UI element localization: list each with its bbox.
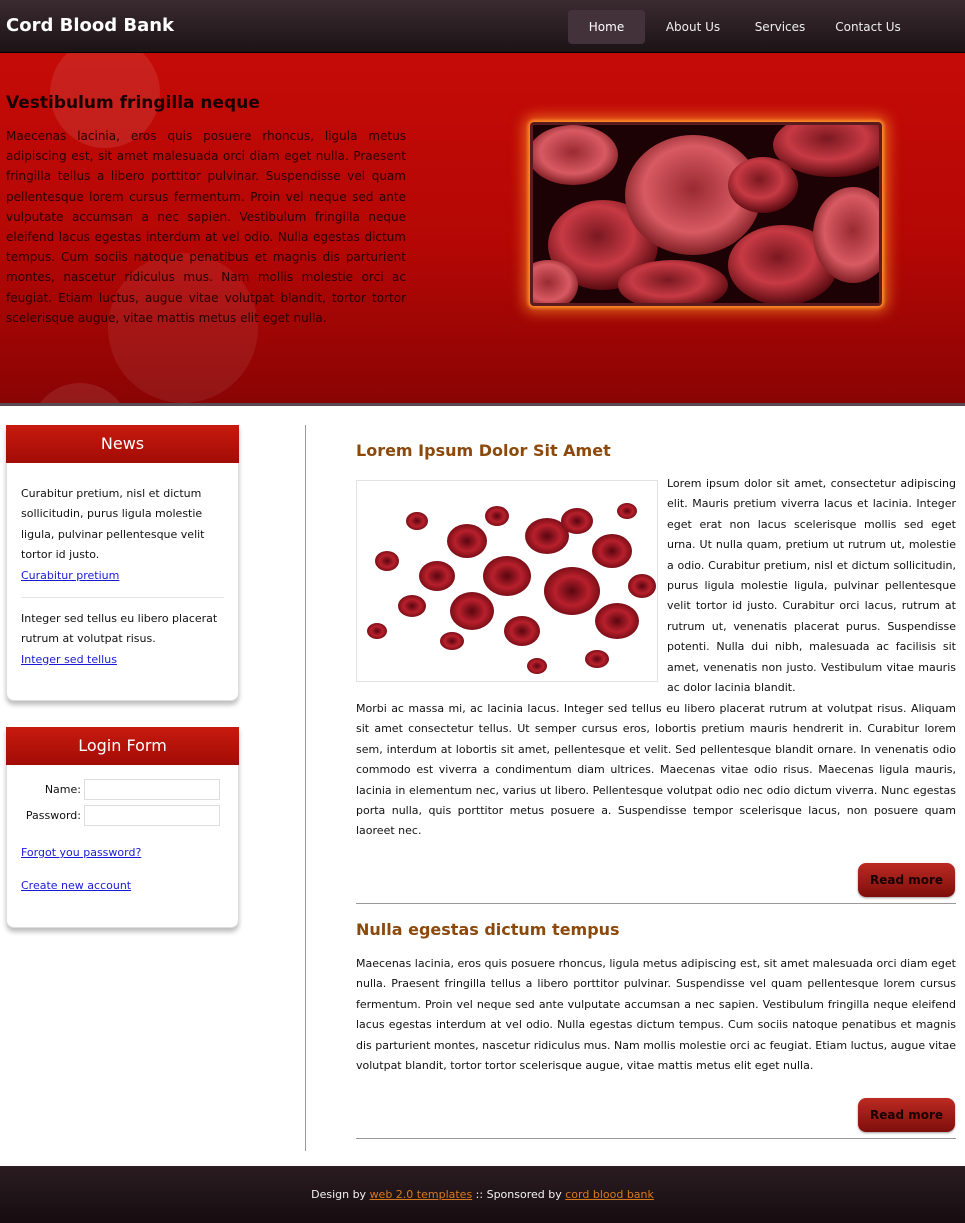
post-title[interactable]: Nulla egestas dictum tempus — [356, 920, 620, 939]
news-item: Curabitur pretium, nisl et dictum sollic… — [21, 484, 224, 586]
forgot-password-link[interactable]: Forgot you password? — [21, 846, 141, 859]
name-label: Name: — [44, 783, 81, 796]
nav-contact-us[interactable]: Contact Us — [830, 10, 906, 44]
news-item-text: Integer sed tellus eu libero placerat ru… — [21, 612, 218, 646]
news-item: Integer sed tellus eu libero placerat ru… — [21, 609, 224, 670]
read-more-button[interactable]: Read more — [858, 863, 955, 897]
post-title[interactable]: Lorem Ipsum Dolor Sit Amet — [356, 441, 611, 460]
password-input[interactable] — [84, 805, 220, 826]
name-input[interactable] — [84, 779, 220, 800]
read-more-button[interactable]: Read more — [858, 1098, 955, 1132]
footer-sponsor-link[interactable]: cord blood bank — [565, 1188, 654, 1201]
blood-cells-post-image — [356, 480, 658, 682]
banner-text: Maecenas lacinia, eros quis posuere rhon… — [6, 129, 406, 325]
news-heading: News — [6, 425, 239, 463]
nav-services[interactable]: Services — [749, 10, 811, 44]
decorative-bubble — [30, 383, 130, 403]
nav-home[interactable]: Home — [568, 10, 645, 44]
news-item-link[interactable]: Integer sed tellus — [21, 653, 117, 666]
site-logo[interactable]: Cord Blood Bank — [6, 15, 174, 36]
blood-cells-hero-image — [530, 122, 882, 306]
footer-design-prefix: Design by — [311, 1188, 370, 1201]
hero-banner: Vestibulum fringilla neque Maecenas laci… — [0, 53, 965, 406]
site-footer: Design by web 2.0 templates :: Sponsored… — [0, 1166, 965, 1223]
post-text: Lorem ipsum dolor sit amet, consectetur … — [667, 477, 956, 695]
news-item-text: Curabitur pretium, nisl et dictum sollic… — [21, 487, 205, 562]
footer-credits: Design by web 2.0 templates :: Sponsored… — [0, 1188, 965, 1201]
password-label: Password: — [25, 809, 81, 822]
nav-about-us[interactable]: About Us — [660, 10, 726, 44]
login-heading: Login Form — [6, 727, 239, 765]
post-text: Maecenas lacinia, eros quis posuere rhon… — [356, 957, 956, 1073]
column-divider — [305, 425, 306, 1151]
divider — [356, 1138, 956, 1139]
banner-title: Vestibulum fringilla neque — [6, 93, 260, 113]
footer-sponsor-prefix: :: Sponsored by — [472, 1188, 566, 1201]
create-account-link[interactable]: Create new account — [21, 879, 131, 892]
login-panel: Login Form Name: Password: Forgot you pa… — [6, 727, 239, 928]
site-header: Cord Blood Bank Home About Us Services C… — [0, 0, 965, 53]
post-text: Morbi ac massa mi, ac lacinia lacus. Int… — [356, 702, 956, 838]
news-item-link[interactable]: Curabitur pretium — [21, 569, 119, 582]
footer-design-link[interactable]: web 2.0 templates — [370, 1188, 473, 1201]
divider — [21, 597, 224, 598]
divider — [356, 903, 956, 904]
news-panel: News Curabitur pretium, nisl et dictum s… — [6, 425, 239, 701]
